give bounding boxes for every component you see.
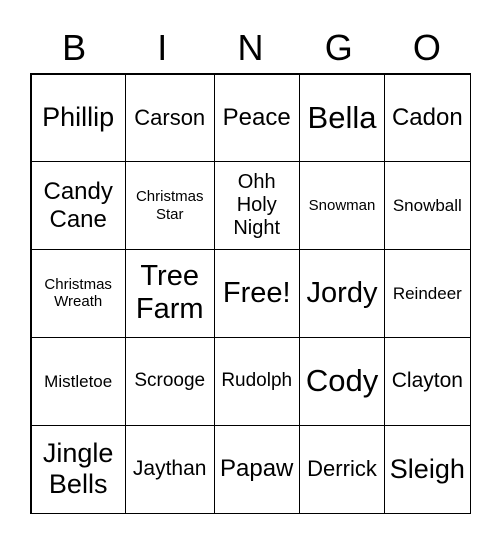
bingo-cell[interactable]: Reindeer	[384, 249, 471, 338]
bingo-cell[interactable]: Jingle Bells	[30, 424, 126, 514]
bingo-cell[interactable]: Mistletoe	[30, 336, 126, 426]
header-letter-b: B	[62, 27, 87, 68]
header-letter-n: N	[237, 27, 264, 68]
header-letter-o: O	[412, 27, 441, 68]
bingo-cell[interactable]: Cody	[298, 336, 386, 426]
bingo-cell[interactable]: Derrick	[298, 424, 386, 514]
bingo-cell[interactable]: Clayton	[384, 336, 471, 426]
header-letter-i: I	[157, 27, 168, 68]
bingo-cell[interactable]: Jaythan	[124, 424, 215, 514]
bingo-cell[interactable]: Candy Cane	[30, 161, 126, 251]
bingo-header: B I N G O	[30, 24, 471, 72]
bingo-cell[interactable]: Tree Farm	[124, 249, 215, 338]
bingo-cell[interactable]: Jordy	[298, 249, 386, 338]
bingo-cell[interactable]: Ohh Holy Night	[213, 161, 300, 251]
bingo-cell[interactable]: Christmas Wreath	[30, 249, 126, 338]
bingo-cell[interactable]: Cadon	[384, 73, 471, 163]
bingo-cell[interactable]: Rudolph	[213, 336, 300, 426]
bingo-cell[interactable]: Sleigh	[384, 424, 471, 514]
header-letter-g: G	[324, 27, 353, 68]
bingo-cell[interactable]: Snowball	[384, 161, 471, 251]
bingo-cell[interactable]: Phillip	[30, 73, 126, 163]
free-space-cell[interactable]: Free!	[213, 249, 300, 338]
bingo-cell[interactable]: Christmas Star	[124, 161, 215, 251]
bingo-cell[interactable]: Carson	[124, 73, 215, 163]
bingo-cell[interactable]: Peace	[213, 73, 300, 163]
bingo-cell[interactable]: Bella	[298, 73, 386, 163]
bingo-cell[interactable]: Papaw	[213, 424, 300, 514]
bingo-grid: Phillip Carson Peace Bella Cadon Candy C…	[30, 73, 471, 514]
bingo-cell[interactable]: Snowman	[298, 161, 386, 251]
bingo-cell[interactable]: Scrooge	[124, 336, 215, 426]
